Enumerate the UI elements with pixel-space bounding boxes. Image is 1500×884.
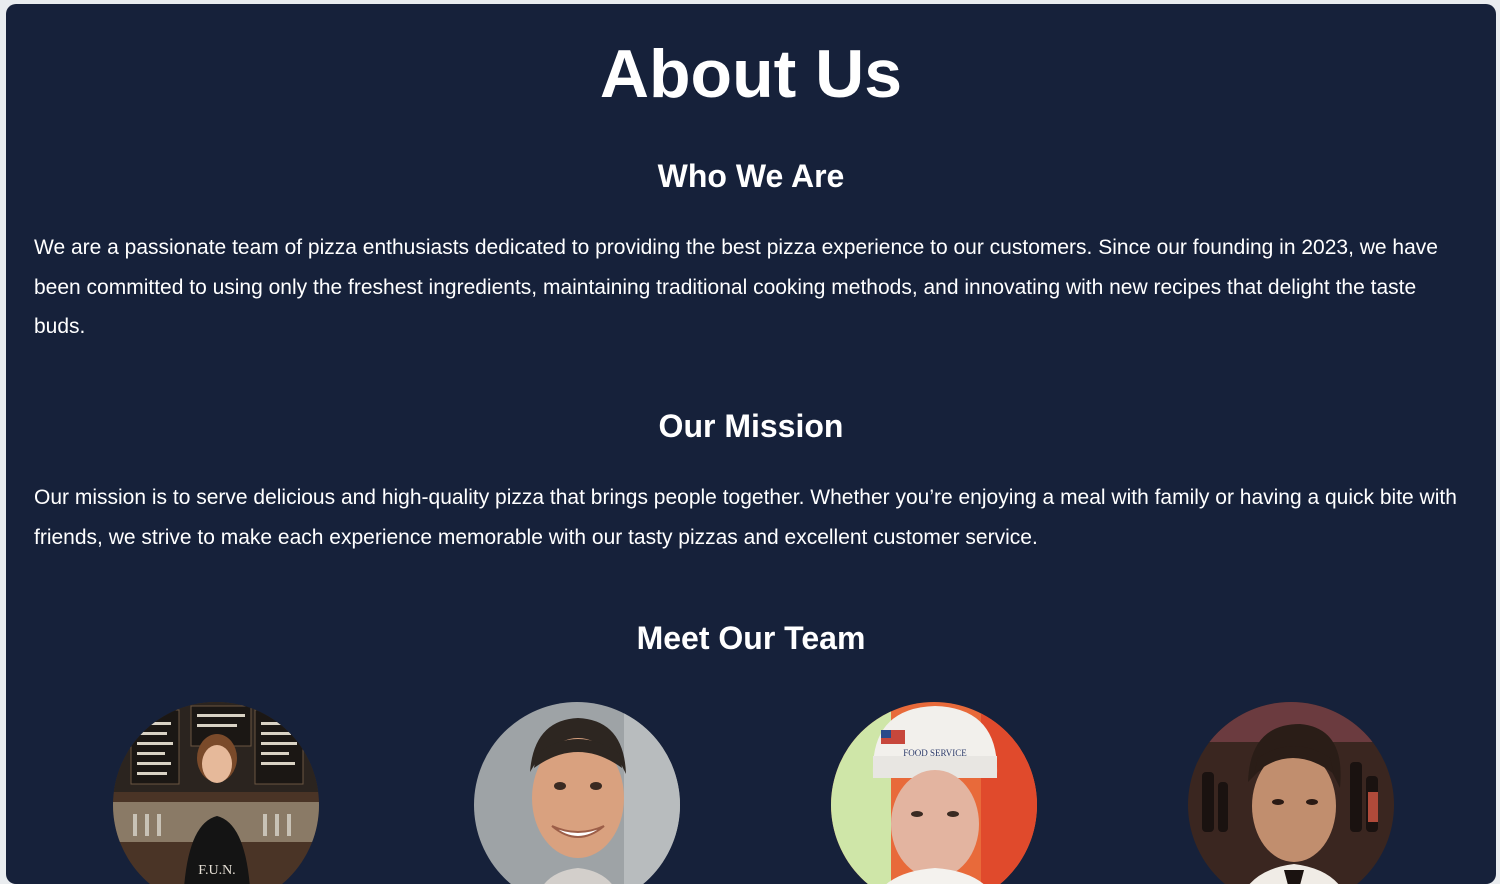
svg-text:FOOD SERVICE: FOOD SERVICE xyxy=(903,748,967,758)
meet-our-team-heading: Meet Our Team xyxy=(636,620,866,656)
page-title: About Us xyxy=(599,36,903,112)
who-we-are-heading: Who We Are xyxy=(657,158,845,194)
our-mission-text: Our mission is to serve delicious and hi… xyxy=(34,486,1457,549)
svg-text:F.U.N.: F.U.N. xyxy=(198,863,235,878)
who-we-are-text: We are a passionate team of pizza enthus… xyxy=(34,236,1438,338)
our-mission-heading: Our Mission xyxy=(658,408,844,444)
about-card: About Us Who We Are We are a passionate … xyxy=(6,4,1496,884)
